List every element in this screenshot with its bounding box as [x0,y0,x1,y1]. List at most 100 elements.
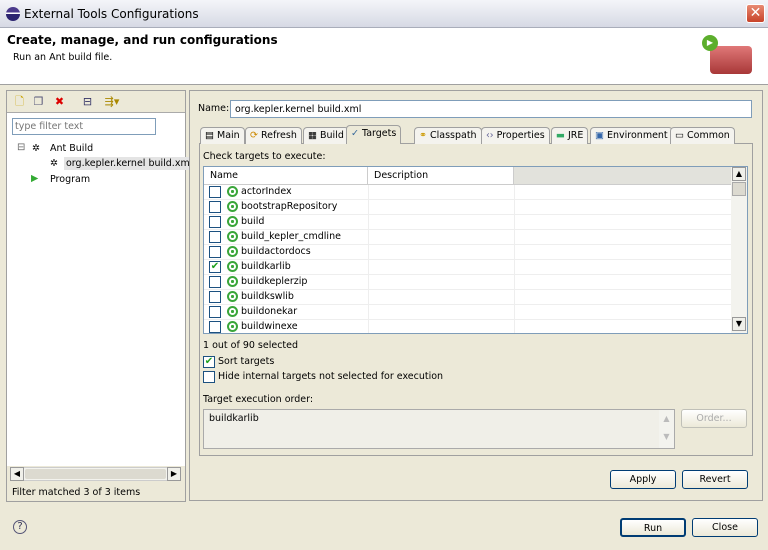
target-icon [227,306,238,317]
target-name: build_kepler_cmdline [241,231,341,242]
table-row[interactable]: ✔ buildkarlib [204,260,732,275]
table-row[interactable]: actorIndex [204,185,732,200]
order-scrollbar[interactable]: ▲ ▼ [659,410,674,448]
eclipse-icon [6,7,20,21]
target-icon [227,186,238,197]
help-icon[interactable]: ? [13,520,27,534]
tab-targets[interactable]: ✓ Targets [346,125,402,144]
target-checkbox[interactable] [209,201,221,213]
scroll-up-icon[interactable]: ▲ [732,167,746,181]
order-label: Target execution order: [203,394,314,405]
main-icon: ▤ [205,130,217,141]
scroll-down-icon[interactable]: ▼ [732,317,746,331]
close-window-button[interactable]: ✕ [746,4,765,23]
tree-item-ant-build[interactable]: Ant Build [50,143,93,154]
refresh-icon: ⟳ [250,130,261,141]
header-title: Create, manage, and run configurations [7,33,278,47]
target-checkbox[interactable] [209,216,221,228]
target-checkbox[interactable] [209,321,221,333]
tab-label: Classpath [429,130,477,141]
target-checkbox[interactable] [209,306,221,318]
tab-label: Properties [496,130,545,141]
common-icon: ▭ [675,130,687,141]
tab-classpath[interactable]: ⚭ Classpath [414,127,482,144]
header-filler [514,167,731,185]
table-row[interactable]: buildkswlib [204,290,732,305]
apply-button[interactable]: Apply [610,470,676,489]
target-icon [227,231,238,242]
tab-label: Common [687,130,730,141]
target-checkbox[interactable] [209,246,221,258]
ant-icon: ✲ [50,158,58,169]
filter-icon[interactable]: ⇶▾ [100,94,124,109]
sort-targets-label: Sort targets [218,356,275,367]
toolbox-icon [710,46,752,74]
scroll-left-icon[interactable]: ◀ [10,467,24,481]
order-value: buildkarlib [209,413,259,424]
hide-internal-checkbox[interactable] [203,371,215,383]
tab-refresh[interactable]: ⟳ Refresh [245,127,302,144]
delete-icon[interactable]: ✖ [52,94,67,109]
duplicate-icon[interactable]: ❐ [31,94,46,109]
target-checkbox[interactable] [209,291,221,303]
target-name: buildkeplerzip [241,276,308,287]
tab-main[interactable]: ▤ Main [200,127,245,144]
hide-internal-label: Hide internal targets not selected for e… [218,371,444,382]
tree-item-program[interactable]: Program [50,174,90,185]
tab-label: Targets [361,128,397,139]
filter-input[interactable] [12,118,156,135]
target-icon [227,261,238,272]
horizontal-scrollbar[interactable]: ◀ ▶ [10,467,181,481]
header-subtitle: Run an Ant build file. [13,52,113,63]
column-header-name[interactable]: Name [204,167,368,185]
target-name: actorIndex [241,186,292,197]
targets-table: Name Description actorIndex bootstrapRep… [203,166,748,334]
build-icon: ▦ [308,130,320,141]
table-row[interactable]: buildonekar [204,305,732,320]
ant-icon: ✲ [32,143,40,154]
revert-button[interactable]: Revert [682,470,748,489]
close-button[interactable]: Close [692,518,758,537]
target-name: buildactordocs [241,246,311,257]
table-row[interactable]: build [204,215,732,230]
scroll-right-icon[interactable]: ▶ [167,467,181,481]
scroll-thumb[interactable] [25,469,166,479]
tab-common[interactable]: ▭ Common [670,127,735,144]
table-row[interactable]: build_kepler_cmdline [204,230,732,245]
new-config-icon[interactable]: 🗋 [12,94,27,109]
dialog-header: Create, manage, and run configurations R… [0,28,768,85]
target-checkbox[interactable] [209,186,221,198]
target-checkbox[interactable] [209,276,221,288]
table-row[interactable]: bootstrapRepository [204,200,732,215]
target-name: bootstrapRepository [241,201,338,212]
tab-label: Refresh [260,130,297,141]
scroll-thumb[interactable] [732,182,746,196]
collapse-toggle[interactable]: ⊟ [17,142,25,153]
tree-item-kepler-build[interactable]: org.kepler.kernel build.xml [64,157,195,170]
target-checkbox[interactable]: ✔ [209,261,221,273]
tab-build[interactable]: ▦ Build [303,127,349,144]
check-targets-label: Check targets to execute: [203,151,326,162]
target-icon [227,321,238,332]
vertical-scrollbar[interactable]: ▲ ▼ [731,167,747,333]
tab-label: JRE [568,130,584,141]
execution-order-field[interactable]: buildkarlib [203,409,675,449]
table-row[interactable]: buildkeplerzip [204,275,732,290]
collapse-all-icon[interactable]: ⊟ [80,94,95,109]
target-name: buildwinexe [241,321,298,332]
target-name: buildonekar [241,306,298,317]
table-row[interactable]: buildwinexe [204,320,732,333]
filter-status: Filter matched 3 of 3 items [12,487,141,498]
tab-properties[interactable]: ‹› Properties [481,127,550,144]
name-input[interactable] [230,100,752,118]
sort-targets-checkbox[interactable]: ✔ [203,356,215,368]
targets-icon: ✓ [351,128,362,139]
selected-count: 1 out of 90 selected [203,340,299,351]
tab-jre[interactable]: ▬ JRE [551,127,589,144]
target-checkbox[interactable] [209,231,221,243]
run-button[interactable]: Run [620,518,686,537]
column-header-description[interactable]: Description [368,167,514,185]
order-button[interactable]: Order... [681,409,747,428]
tab-environment[interactable]: ▣ Environment [590,127,673,144]
table-row[interactable]: buildactordocs [204,245,732,260]
